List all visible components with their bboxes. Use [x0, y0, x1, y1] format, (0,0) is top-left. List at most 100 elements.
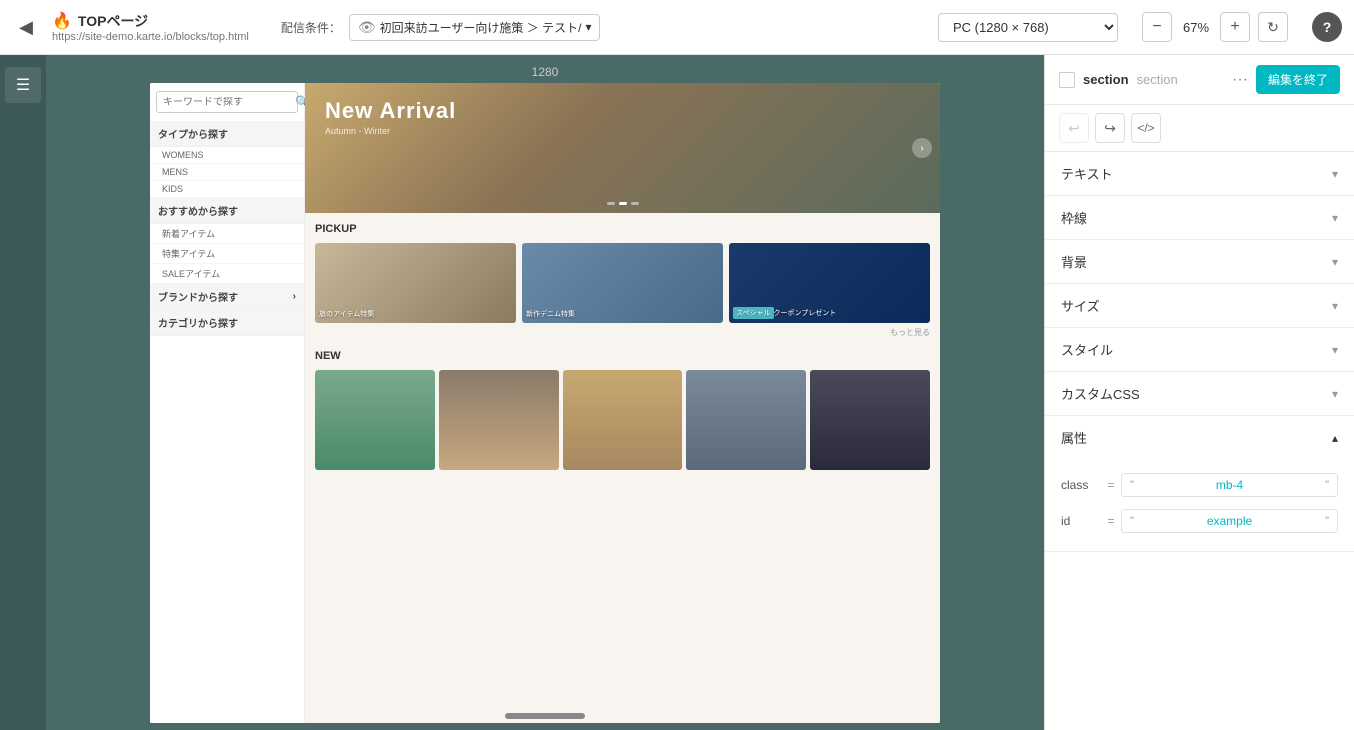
- distribution-condition: 配信条件： 👁 初回来訪ユーザー向け施策 ＞ テスト/ ▾: [281, 14, 601, 41]
- pickup-label-2: 新作デニム特集: [526, 309, 575, 319]
- accordion-background-chevron: ▾: [1332, 255, 1338, 269]
- refresh-button[interactable]: ↻: [1258, 12, 1288, 42]
- accordion-border-header[interactable]: 枠線 ▾: [1045, 196, 1354, 239]
- undo-icon: ↩: [1068, 120, 1080, 137]
- code-icon: </>: [1137, 121, 1154, 135]
- attributes-content: class = " mb-4 " id = " example ": [1045, 459, 1354, 551]
- sidebar-item-kids[interactable]: KIDS: [150, 181, 304, 198]
- preview-frame: 🔍 タイプから探す WOMENS MENS KIDS おすすめから探す 新着アイ…: [150, 83, 940, 723]
- condition-value: 初回来訪ユーザー向け施策 ＞ テスト/: [380, 19, 582, 36]
- new-section: NEW: [305, 344, 940, 476]
- undo-button[interactable]: ↩: [1059, 113, 1089, 143]
- attr-row-class: class = " mb-4 ": [1061, 467, 1338, 503]
- preview-scrollbar[interactable]: [505, 713, 585, 719]
- condition-select[interactable]: 👁 初回来訪ユーザー向け施策 ＞ テスト/ ▾: [349, 14, 601, 41]
- hero-dot-3: [631, 202, 639, 205]
- pickup-item-2[interactable]: 新作デニム特集: [522, 243, 723, 323]
- panel-more-icon: ···: [1232, 71, 1248, 88]
- more-link[interactable]: もっと見る: [315, 327, 930, 338]
- sidebar-item-recommended[interactable]: おすすめから探す: [150, 198, 304, 224]
- zoom-plus-icon: +: [1230, 18, 1239, 36]
- preview-search-input[interactable]: [163, 97, 295, 108]
- zoom-minus-button[interactable]: −: [1142, 12, 1172, 42]
- width-indicator: 1280: [532, 65, 559, 79]
- attr-quote-open-class: ": [1130, 479, 1134, 491]
- panel-checkbox[interactable]: [1059, 72, 1075, 88]
- sidebar-item-brand-label: ブランドから探す: [158, 289, 238, 304]
- accordion-background-label: 背景: [1061, 252, 1087, 271]
- attributes-header[interactable]: 属性 ▴: [1045, 416, 1354, 459]
- accordion-size-chevron: ▾: [1332, 299, 1338, 313]
- new-item-2[interactable]: [439, 370, 559, 470]
- pickup-label-3: スペシャルクーポンプレゼント: [733, 307, 836, 319]
- attributes-title: 属性: [1061, 428, 1087, 447]
- sidebar-item-sale[interactable]: SALEアイテム: [150, 264, 304, 284]
- device-selector: PC (1280 × 768) Mobile: [938, 13, 1118, 42]
- code-button[interactable]: </>: [1131, 113, 1161, 143]
- hero-nav-button[interactable]: ›: [912, 138, 932, 158]
- pickup-grid: 旅のアイテム特集 新作デニム特集 スペシャルクーポンプレゼント: [315, 243, 930, 323]
- attr-value-id-text: example: [1207, 514, 1252, 528]
- refresh-icon: ↻: [1267, 19, 1279, 36]
- pickup-item-1[interactable]: 旅のアイテム特集: [315, 243, 516, 323]
- sidebar-item-womens[interactable]: WOMENS: [150, 147, 304, 164]
- attributes-chevron: ▴: [1332, 431, 1338, 445]
- back-icon: ◀: [19, 17, 33, 38]
- sidebar-toggle: ☰: [0, 55, 46, 730]
- preview-sidebar: 🔍 タイプから探す WOMENS MENS KIDS おすすめから探す 新着アイ…: [150, 83, 305, 723]
- accordion-custom-css-header[interactable]: カスタムCSS ▾: [1045, 372, 1354, 415]
- pickup-item-3[interactable]: スペシャルクーポンプレゼント: [729, 243, 930, 323]
- sidebar-item-category[interactable]: カテゴリから探す: [150, 310, 304, 336]
- attr-value-class-text: mb-4: [1216, 478, 1243, 492]
- back-button[interactable]: ◀: [12, 13, 40, 41]
- panel-header: section section ··· 編集を終了: [1045, 55, 1354, 105]
- accordion-text-header[interactable]: テキスト ▾: [1045, 152, 1354, 195]
- new-title: NEW: [315, 350, 930, 362]
- attr-key-class: class: [1061, 478, 1101, 492]
- accordion-size: サイズ ▾: [1045, 284, 1354, 328]
- accordion-background: 背景 ▾: [1045, 240, 1354, 284]
- accordion-background-header[interactable]: 背景 ▾: [1045, 240, 1354, 283]
- attr-equals-id: =: [1101, 514, 1121, 528]
- hero-text: New Arrival Autumn - Winter: [325, 98, 456, 136]
- panel-finish-label: 編集を終了: [1268, 73, 1328, 87]
- accordion-size-header[interactable]: サイズ ▾: [1045, 284, 1354, 327]
- attr-quote-close-class: ": [1325, 479, 1329, 491]
- hamburger-button[interactable]: ☰: [5, 67, 41, 103]
- new-item-4[interactable]: [686, 370, 806, 470]
- hero-dot-2: [619, 202, 627, 205]
- panel-toolbar: ↩ ↪ </>: [1045, 105, 1354, 152]
- pickup-label-1: 旅のアイテム特集: [319, 309, 374, 319]
- attr-value-class[interactable]: " mb-4 ": [1121, 473, 1338, 497]
- main-area: ☰ 1280 🔍 タイプから探す WOMENS MENS KIDS: [0, 55, 1354, 730]
- sidebar-item-new[interactable]: 新着アイテム: [150, 224, 304, 244]
- new-item-5[interactable]: [810, 370, 930, 470]
- new-item-3[interactable]: [563, 370, 683, 470]
- accordion-custom-css-chevron: ▾: [1332, 387, 1338, 401]
- redo-button[interactable]: ↪: [1095, 113, 1125, 143]
- zoom-controls: − 67% + ↻: [1142, 12, 1288, 42]
- sidebar-item-featured[interactable]: 特集アイテム: [150, 244, 304, 264]
- accordion-border-label: 枠線: [1061, 208, 1087, 227]
- sidebar-item-mens[interactable]: MENS: [150, 164, 304, 181]
- help-button[interactable]: ?: [1312, 12, 1342, 42]
- sidebar-item-brand[interactable]: ブランドから探す ›: [150, 284, 304, 310]
- attr-value-id[interactable]: " example ": [1121, 509, 1338, 533]
- panel-finish-button[interactable]: 編集を終了: [1256, 65, 1340, 94]
- accordion-style-header[interactable]: スタイル ▾: [1045, 328, 1354, 371]
- preview-search-bar: 🔍: [156, 91, 298, 113]
- accordion-text: テキスト ▾: [1045, 152, 1354, 196]
- attr-row-id: id = " example ": [1061, 503, 1338, 539]
- new-grid: [315, 370, 930, 470]
- device-select[interactable]: PC (1280 × 768) Mobile: [938, 13, 1118, 42]
- zoom-plus-button[interactable]: +: [1220, 12, 1250, 42]
- attr-quote-close-id: ": [1325, 515, 1329, 527]
- pickup-title: PICKUP: [315, 223, 930, 235]
- panel-more-button[interactable]: ···: [1232, 71, 1248, 89]
- hero-dots: [607, 202, 639, 205]
- new-item-1[interactable]: [315, 370, 435, 470]
- page-emoji: 🔥: [52, 11, 72, 31]
- panel-type-label: section: [1083, 72, 1129, 87]
- sidebar-item-type[interactable]: タイプから探す: [150, 121, 304, 147]
- redo-icon: ↪: [1104, 120, 1116, 137]
